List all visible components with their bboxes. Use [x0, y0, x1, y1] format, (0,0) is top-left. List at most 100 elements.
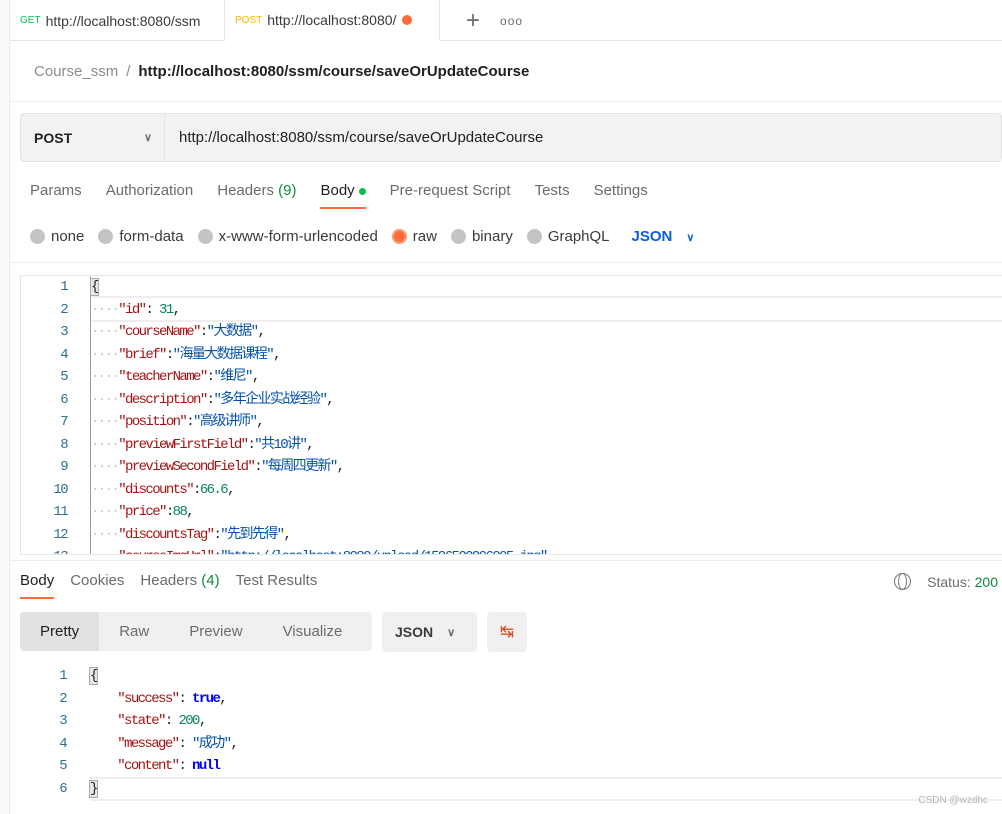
response-format-select[interactable]: JSON ∨ — [382, 612, 477, 652]
whitespace-marker: ···· — [91, 391, 120, 408]
body-indicator-dot-icon — [358, 187, 366, 195]
json-key: "success" — [117, 690, 180, 707]
tab-response-body[interactable]: Body — [20, 572, 55, 599]
radio-circle-icon — [197, 229, 213, 244]
tab-body[interactable]: Body — [320, 182, 366, 209]
line-number: 5 — [60, 369, 68, 385]
radio-binary[interactable]: binary — [450, 228, 513, 245]
radio-none[interactable]: none — [30, 228, 84, 245]
request-body-editor[interactable]: 1{2 ····"id": 31, 3 ····"courseName":"大数据",… — [20, 275, 1002, 555]
chevron-down-icon: ∨ — [447, 626, 456, 639]
code-line: ····"previewSecondField":"每周四更新", — [91, 456, 345, 478]
body-format-select[interactable]: JSON ∨ — [632, 228, 695, 245]
json-colon: : — [193, 481, 201, 498]
radio-raw[interactable]: raw — [391, 228, 437, 245]
url-input[interactable]: http://localhost:8080/ssm/course/saveOrU… — [165, 129, 543, 146]
json-key: "previewFirstField" — [118, 436, 249, 453]
code-line: "success": true, — [90, 688, 227, 710]
code-line: "content": null — [90, 755, 221, 777]
watermark: CSDN @wzdhc — [918, 795, 988, 806]
view-visualize[interactable]: Visualize — [263, 612, 363, 651]
more-options-icon[interactable]: ooo — [500, 14, 523, 28]
code-line: ····"id": 31, — [91, 299, 181, 321]
json-comma: , — [227, 481, 235, 498]
response-body-viewer[interactable]: 1 {2 "success": true, 3 "state": 200, 4 "me… — [20, 664, 1002, 802]
whitespace-marker: ···· — [91, 369, 120, 385]
whitespace-marker: ···· — [91, 459, 120, 475]
breadcrumb-collection[interactable]: Course_ssm — [34, 63, 118, 80]
line-number: 2 — [60, 301, 68, 318]
view-pretty[interactable]: Pretty — [20, 612, 100, 651]
tab-label: Body — [320, 182, 355, 199]
tab-cookies[interactable]: Cookies — [70, 572, 124, 599]
radio-form-data[interactable]: form-data — [98, 228, 184, 245]
whitespace-marker: ···· — [91, 346, 120, 363]
view-raw[interactable]: Raw — [99, 612, 169, 651]
request-tab-get[interactable]: GET http://localhost:8080/ssm — [10, 0, 225, 41]
json-key: "discountsTag" — [118, 526, 215, 543]
json-key: "description" — [118, 391, 208, 408]
json-value: "多年企业实战经验" — [213, 391, 327, 408]
tab-headers[interactable]: Headers (9) — [217, 182, 296, 209]
code-line: ····"brief":"海量大数据课程", — [91, 344, 281, 366]
tab-authorization[interactable]: Authorization — [106, 182, 194, 209]
response-status: Status: 200 — [894, 573, 998, 590]
code-line: { — [89, 665, 98, 687]
radio-label: x-www-form-urlencoded — [218, 228, 378, 245]
line-number: 3 — [60, 324, 68, 340]
json-brace: { — [90, 278, 99, 296]
request-tab-post[interactable]: POST http://localhost:8080/ — [225, 0, 440, 41]
json-key: "teacherName" — [118, 369, 208, 385]
radio-graphql[interactable]: GraphQL — [526, 228, 610, 245]
line-number: 6 — [59, 781, 67, 797]
line-number: 3 — [59, 713, 67, 730]
new-tab-icon[interactable]: + — [466, 7, 480, 35]
json-value: 66.6 — [199, 481, 229, 498]
chevron-down-icon: ∨ — [686, 232, 695, 244]
wrap-lines-button[interactable]: ↹ — [487, 612, 527, 652]
view-preview[interactable]: Preview — [169, 612, 262, 651]
tab-test-results[interactable]: Test Results — [236, 572, 318, 599]
tab-url: http://localhost:8080/ — [267, 12, 397, 28]
current-line-highlight — [91, 296, 1002, 322]
tab-label: Headers — [140, 572, 198, 589]
code-line: } — [89, 778, 98, 800]
code-line: { — [90, 276, 99, 298]
line-number: 4 — [60, 346, 68, 363]
json-key: "price" — [118, 504, 167, 520]
json-colon: : — [165, 346, 174, 363]
body-type-radios: none form-data x-www-form-urlencoded raw… — [30, 228, 694, 245]
tab-settings[interactable]: Settings — [594, 182, 648, 209]
line-number: 11 — [53, 504, 68, 520]
json-value: 31 — [159, 301, 174, 318]
tab-params[interactable]: Params — [30, 182, 82, 209]
breadcrumb-request[interactable]: http://localhost:8080/ssm/course/saveOrU… — [138, 63, 529, 80]
code-line: ····"discounts":66.6, — [91, 479, 235, 501]
code-line: ····"price":88, — [91, 501, 195, 523]
json-brace: { — [89, 667, 98, 685]
method-select[interactable]: POST ∨ — [21, 114, 165, 161]
json-key: "courseName" — [118, 324, 201, 340]
json-comma: , — [326, 391, 334, 408]
format-value: JSON — [395, 624, 434, 640]
json-comma: , — [256, 414, 264, 430]
tab-pre-request-script[interactable]: Pre-request Script — [390, 182, 511, 209]
radio-x-www-form-urlencoded[interactable]: x-www-form-urlencoded — [197, 228, 378, 245]
json-value: "高级讲师" — [193, 414, 258, 430]
json-value: "大数据" — [206, 324, 259, 340]
tab-tests[interactable]: Tests — [535, 182, 570, 209]
json-value: "每周四更新" — [261, 459, 338, 475]
json-key: "discounts" — [118, 481, 194, 498]
json-value: "http://localhost:8080/upload/1596500096… — [220, 549, 548, 554]
line-number: 13 — [21, 549, 68, 554]
json-value: null — [192, 758, 221, 775]
json-colon: : — [164, 713, 179, 730]
line-number: 8 — [60, 436, 68, 453]
json-comma: , — [257, 324, 265, 340]
tab-response-headers[interactable]: Headers (4) — [140, 572, 219, 599]
json-key: "brief" — [118, 346, 167, 363]
json-key: "previewSecondField" — [118, 459, 256, 475]
divider — [10, 262, 1002, 263]
line-number: 7 — [60, 414, 68, 430]
globe-icon[interactable] — [894, 573, 912, 590]
